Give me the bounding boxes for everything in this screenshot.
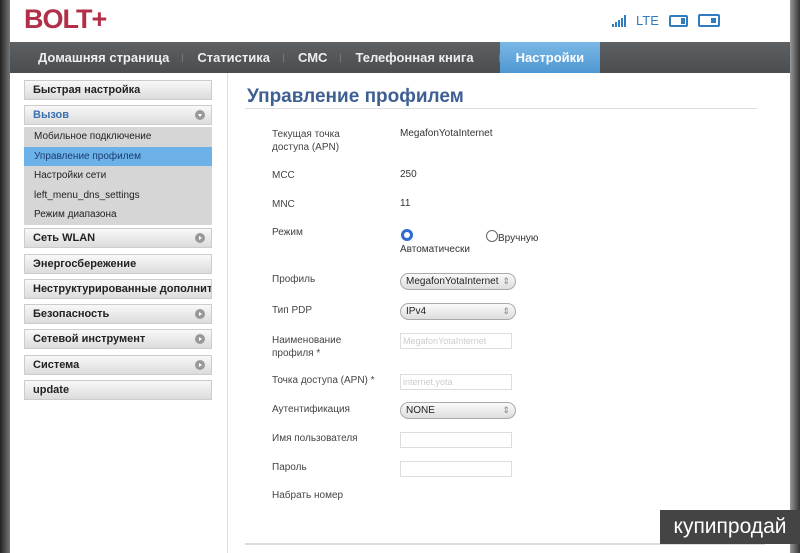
password-label: Пароль bbox=[272, 462, 307, 473]
sidebar-item-network-tools[interactable]: Сетевой инструмент bbox=[24, 329, 212, 349]
tab-home[interactable]: Домашняя страница bbox=[10, 42, 184, 73]
chevron-updown-icon: ⇕ bbox=[502, 405, 510, 415]
sidebar-item-label: Энергосбережение bbox=[33, 258, 137, 270]
sidebar-item-label: Система bbox=[33, 359, 80, 371]
sidebar-item-label: Вызов bbox=[33, 109, 70, 121]
password-input[interactable] bbox=[400, 461, 512, 477]
sidebar-item-label: Безопасность bbox=[33, 308, 110, 320]
auth-label: Аутентификация bbox=[272, 404, 350, 415]
mcc-value: 250 bbox=[400, 169, 417, 180]
sidebar-item-system[interactable]: Система bbox=[24, 355, 212, 375]
dial-number-label: Набрать номер bbox=[272, 490, 344, 501]
chevron-down-icon bbox=[195, 110, 205, 120]
profile-selected: MegafonYotaInternet bbox=[406, 276, 499, 287]
current-apn-value: MegafonYotaInternet bbox=[400, 128, 493, 139]
submenu-item-band-mode[interactable]: Режим диапазона bbox=[24, 205, 212, 225]
signal-icon bbox=[612, 14, 626, 27]
logo: BOLT+ bbox=[24, 4, 107, 34]
username-input[interactable] bbox=[400, 432, 512, 448]
window-edge bbox=[790, 0, 800, 553]
mode-label: Режим bbox=[272, 227, 303, 238]
chevron-right-icon bbox=[195, 334, 205, 344]
page-title: Управление профилем bbox=[247, 86, 464, 107]
profile-name-input[interactable]: MegafonYotaInternet bbox=[400, 333, 512, 349]
tab-phonebook[interactable]: Телефонная книга bbox=[341, 42, 500, 73]
chevron-right-icon bbox=[195, 360, 205, 370]
sidebar-item-label: update bbox=[33, 384, 70, 396]
sidebar-item-power-saving[interactable]: Энергосбережение bbox=[24, 254, 212, 274]
profile-label: Профиль bbox=[272, 274, 316, 285]
sidebar-item-wlan[interactable]: Сеть WLAN bbox=[24, 228, 212, 248]
sim-icon bbox=[697, 14, 720, 27]
submenu: Мобильное подключение Управление профиле… bbox=[24, 127, 212, 225]
mnc-value: 11 bbox=[400, 198, 411, 209]
pdp-type-select[interactable]: IPv4 ⇕ bbox=[400, 303, 516, 320]
watermark: купипродай bbox=[660, 510, 800, 544]
mode-auto-radio[interactable] bbox=[401, 229, 413, 241]
tab-settings[interactable]: Настройки bbox=[499, 42, 601, 73]
tab-statistics[interactable]: Статистика bbox=[183, 42, 284, 73]
chevron-updown-icon: ⇕ bbox=[502, 306, 510, 316]
mode-auto-label: Автоматически bbox=[400, 244, 470, 255]
sidebar-item-label: Быстрая настройка bbox=[33, 84, 141, 96]
submenu-item-network-settings[interactable]: Настройки сети bbox=[24, 166, 212, 186]
pdp-type-label: Тип PDP bbox=[272, 305, 313, 316]
sidebar-item-label: Неструктурированные дополните bbox=[33, 283, 212, 295]
sidebar-item-label: Сетевой инструмент bbox=[33, 333, 146, 345]
mode-manual-radio[interactable] bbox=[486, 230, 498, 242]
chevron-right-icon bbox=[195, 309, 205, 319]
chevron-right-icon bbox=[195, 233, 205, 243]
sidebar-item-quick-setup[interactable]: Быстрая настройка bbox=[24, 80, 212, 100]
sidebar-item-call[interactable]: Вызов bbox=[24, 105, 212, 125]
profile-name-label: Наименование профиля * bbox=[272, 335, 342, 359]
submenu-item-mobile-connection[interactable]: Мобильное подключение bbox=[24, 127, 212, 147]
sidebar-item-security[interactable]: Безопасность bbox=[24, 304, 212, 324]
auth-selected: NONE bbox=[406, 405, 435, 416]
main-nav: Домашняя страница Статистика СМС Телефон… bbox=[10, 42, 790, 73]
chevron-updown-icon: ⇕ bbox=[502, 276, 510, 286]
sidebar-item-update[interactable]: update bbox=[24, 380, 212, 400]
status-bar: LTE bbox=[612, 13, 720, 28]
window-edge bbox=[0, 0, 10, 553]
current-apn-label: Текущая точка доступа (APN) bbox=[272, 129, 340, 153]
computer-icon bbox=[668, 14, 688, 27]
apn-input[interactable]: internet.yota bbox=[400, 374, 512, 390]
auth-select[interactable]: NONE ⇕ bbox=[400, 402, 516, 419]
submenu-item-dns-settings[interactable]: left_menu_dns_settings bbox=[24, 186, 212, 206]
divider bbox=[245, 108, 757, 109]
mnc-label: MNC bbox=[272, 199, 295, 210]
apn-label: Точка доступа (APN) * bbox=[272, 375, 375, 386]
sidebar-item-ussd[interactable]: Неструктурированные дополните bbox=[24, 279, 212, 299]
tab-sms[interactable]: СМС bbox=[284, 42, 342, 73]
profile-select[interactable]: MegafonYotaInternet ⇕ bbox=[400, 273, 516, 290]
mode-manual-label: Вручную bbox=[498, 233, 539, 244]
sidebar: Быстрая настройка Вызов Мобильное подклю… bbox=[10, 73, 228, 553]
username-label: Имя пользователя bbox=[272, 433, 358, 444]
pdp-type-selected: IPv4 bbox=[406, 306, 427, 317]
mcc-label: MCC bbox=[272, 170, 295, 181]
network-type: LTE bbox=[636, 13, 659, 28]
submenu-item-profile-management[interactable]: Управление профилем bbox=[24, 146, 212, 166]
sidebar-item-label: Сеть WLAN bbox=[33, 232, 96, 244]
